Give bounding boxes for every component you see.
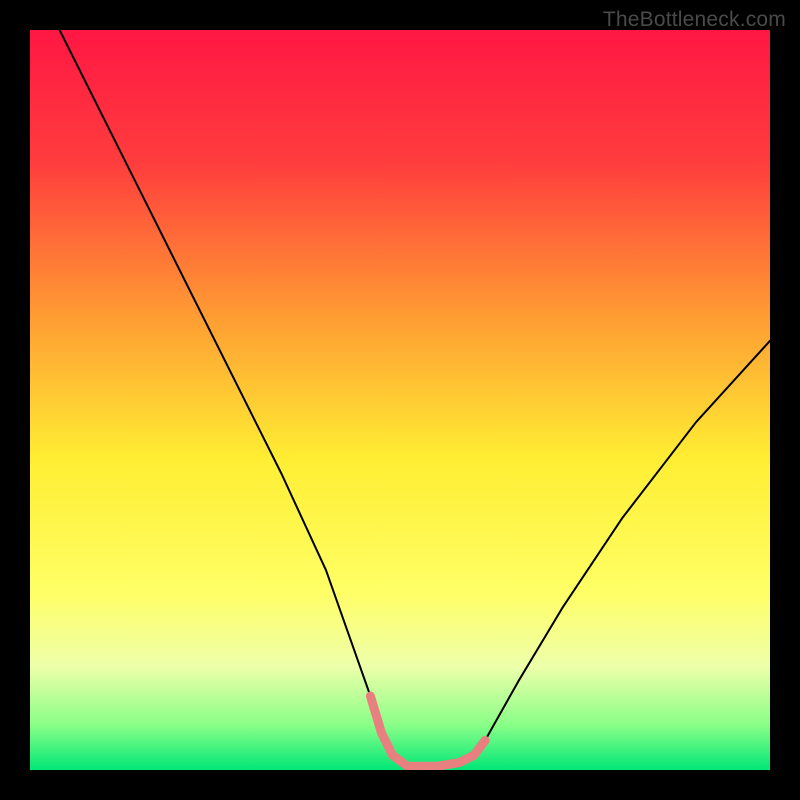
plot-area — [30, 30, 770, 770]
gradient-background — [30, 30, 770, 770]
chart-container: TheBottleneck.com — [0, 0, 800, 800]
watermark-text: TheBottleneck.com — [603, 8, 786, 32]
chart-svg — [30, 30, 770, 770]
